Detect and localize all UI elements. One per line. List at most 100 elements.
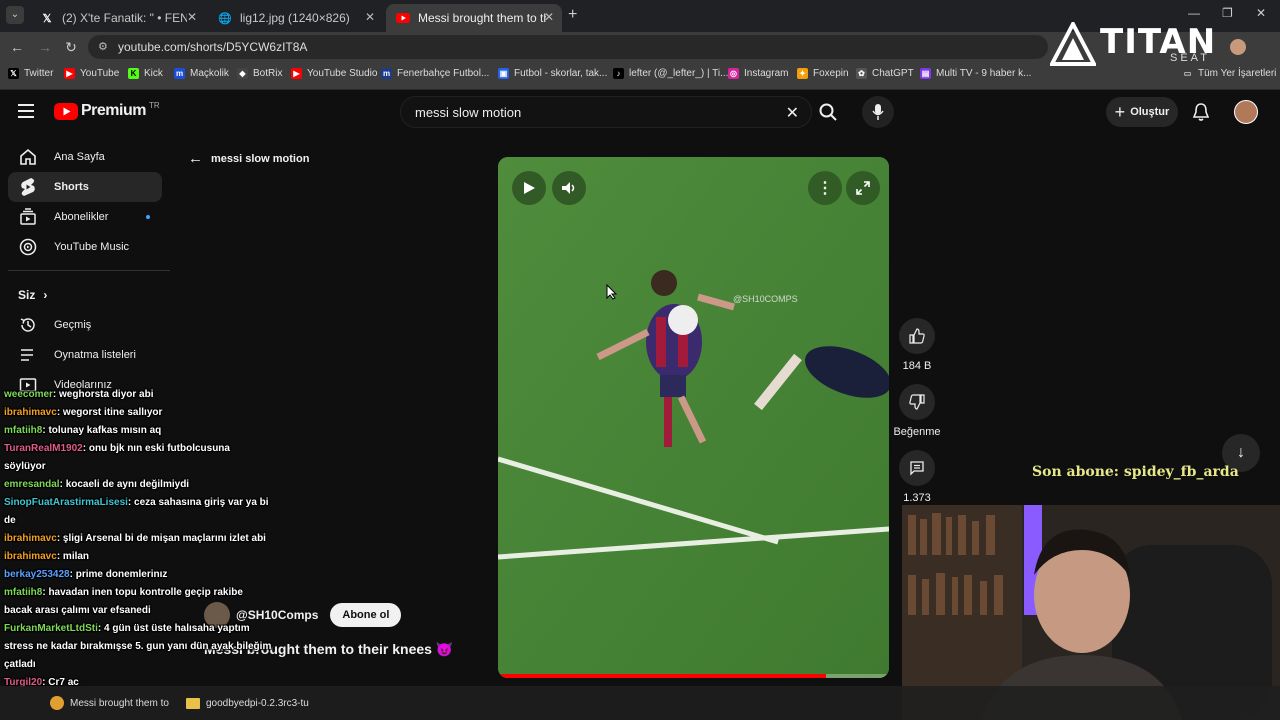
account-avatar[interactable] (1234, 100, 1258, 124)
volume-button[interactable] (552, 171, 586, 205)
notifications-button[interactable] (1192, 102, 1210, 127)
create-button[interactable]: + Oluştur (1106, 97, 1178, 127)
titan-emblem-icon (1050, 22, 1096, 66)
bookmark-multitv[interactable]: ▤ Multi TV - 9 haber k... (920, 68, 1031, 79)
close-icon[interactable]: ✕ (187, 10, 197, 24)
bookmark-fenerbahce[interactable]: m Fenerbahçe Futbol... (381, 68, 489, 79)
dislike-button[interactable]: Beğenme (890, 384, 944, 438)
new-tab-button[interactable]: + (568, 6, 577, 24)
close-icon[interactable]: ✕ (544, 10, 554, 24)
chat-message: FurkanMarketLtdSti: 4 gün üst üste halıs… (0, 620, 272, 674)
bookmark-tiktok[interactable]: ♪ lefter (@_lefter_) | Ti... (613, 68, 728, 79)
comments-button[interactable]: 1.373 (895, 450, 939, 504)
chat-username: TuranRealM1902 (4, 443, 83, 454)
shorts-video-player[interactable]: @SH10COMPS ⋮ (498, 157, 889, 678)
bookmark-youtube-studio[interactable]: ▶ YouTube Studio (291, 68, 377, 79)
chevron-right-icon: › (43, 288, 48, 302)
taskbar-item-folder[interactable]: goodbyedpi-0.2.3rc3-tu (186, 692, 309, 714)
bookmark-futbol[interactable]: ▣ Futbol - skorlar, tak... (498, 68, 607, 79)
chat-text: : kocaeli de aynı değilmiydi (59, 479, 190, 490)
sidebar-item-shorts[interactable]: Shorts (8, 172, 162, 202)
close-window-button[interactable]: ✕ (1256, 6, 1266, 20)
hamburger-menu-icon[interactable] (18, 104, 34, 118)
more-options-button[interactable]: ⋮ (808, 171, 842, 205)
youtube-icon (396, 11, 410, 25)
arrow-down-icon: ↓ (1237, 444, 1245, 461)
flashscore-icon: ▣ (498, 68, 509, 79)
bookmark-botrix[interactable]: ◆ BotRix (237, 68, 282, 79)
sidebar-divider (8, 270, 170, 271)
search-input[interactable]: messi slow motion ✕ (400, 96, 812, 128)
stream-chat-overlay: weecomer: weghorsta diyor abi ibrahimavc:… (0, 386, 272, 720)
close-icon[interactable]: ✕ (365, 10, 375, 24)
play-button[interactable] (512, 171, 546, 205)
sidebar-item-history[interactable]: Geçmiş (8, 310, 162, 340)
sidebar-you-header[interactable]: Siz › (18, 288, 47, 302)
taskbar-item-browser[interactable]: Messi brought them to (50, 692, 169, 714)
chat-message: berkay253428: prime donemlerinız (0, 566, 272, 584)
reload-icon[interactable]: ↻ (62, 38, 80, 56)
video-progress-track[interactable] (498, 674, 889, 678)
chat-text: : wegorst itine sallıyor (56, 407, 163, 418)
subscribe-button[interactable]: Abone ol (330, 603, 402, 627)
chat-username: weecomer (4, 389, 53, 400)
address-bar[interactable]: ⚙ youtube.com/shorts/D5YCW6zIT8A (88, 35, 1048, 59)
clear-search-icon[interactable]: ✕ (786, 103, 799, 123)
chat-message: emresandal: kocaeli de aynı değilmiydi (0, 476, 272, 494)
tab-search-button[interactable]: ⌄ (6, 6, 24, 24)
bookmark-instagram[interactable]: ◎ Instagram (728, 68, 788, 79)
kick-icon: K (128, 68, 139, 79)
shorts-icon (18, 177, 38, 197)
bookmark-youtube[interactable]: ▶ YouTube (64, 68, 119, 79)
bookmark-foxepin[interactable]: ✦ Foxepin (797, 68, 849, 79)
voice-search-button[interactable] (862, 96, 894, 128)
x-logo-icon: 𝕏 (8, 68, 19, 79)
expand-icon (856, 181, 870, 195)
minimize-button[interactable]: — (1188, 6, 1200, 20)
fenerbahce-icon: m (381, 68, 392, 79)
tab-lig12[interactable]: 🌐 lig12.jpg (1240×826) ✕ (208, 4, 383, 32)
bookmark-mackolik[interactable]: m Maçkolik (174, 68, 229, 79)
subscriptions-icon (18, 207, 38, 227)
browser-icon (50, 696, 64, 710)
bookmark-chatgpt[interactable]: ✿ ChatGPT (856, 68, 914, 79)
microphone-icon (872, 104, 884, 120)
chat-message: ibrahimavc: wegorst itine sallıyor (0, 404, 272, 422)
chat-message: mfatiih8: tolunay kafkas mısın aq (0, 422, 272, 440)
volume-icon (562, 182, 575, 194)
chat-message: ibrahimavc: milan (0, 548, 272, 566)
bookmark-kick[interactable]: K Kick (128, 68, 163, 79)
history-icon (18, 315, 38, 335)
back-arrow-icon[interactable]: ← (8, 38, 26, 56)
maximize-button[interactable]: ❐ (1222, 6, 1233, 20)
profile-avatar[interactable] (1230, 39, 1246, 55)
video-watermark: @SH10COMPS (733, 294, 798, 304)
search-button[interactable] (806, 96, 850, 128)
forward-arrow-icon[interactable]: → (36, 38, 54, 56)
bookmark-folder-all[interactable]: ▭ Tüm Yer İşaretleri (1182, 68, 1277, 79)
sidebar-item-subscriptions[interactable]: Abonelikler (8, 202, 162, 232)
bookmark-twitter[interactable]: 𝕏 Twitter (8, 68, 53, 79)
sidebar-item-youtube-music[interactable]: YouTube Music (8, 232, 162, 262)
chat-message: ibrahimavc: şligi Arsenal bi de mişan ma… (0, 530, 272, 548)
chat-message: SinopFuatArastirmaLisesi: ceza sahasına … (0, 494, 272, 530)
music-icon (18, 237, 38, 257)
chat-message: mfatiih8: havadan inen topu kontrolle ge… (0, 584, 272, 620)
back-to-search-link[interactable]: ← messi slow motion (188, 150, 309, 167)
sidebar-item-playlists[interactable]: Oynatma listeleri (8, 340, 162, 370)
new-content-dot (146, 215, 150, 219)
youtube-premium-logo[interactable]: Premium TR (54, 101, 160, 120)
sidebar-item-home[interactable]: Ana Sayfa (8, 142, 162, 172)
bell-icon (1192, 103, 1210, 121)
tab-x-fanatik[interactable]: 𝕏 (2) X'te Fanatik: " • FENERBAH ✕ (30, 4, 205, 32)
tab-youtube-short[interactable]: Messi brought them to their kn ✕ (386, 4, 562, 32)
search-icon (819, 103, 837, 121)
site-info-icon[interactable]: ⚙ (98, 40, 108, 53)
fullscreen-button[interactable] (846, 171, 880, 205)
chat-username: mfatiih8 (4, 425, 43, 436)
youtube-icon: ▶ (64, 68, 75, 79)
botrix-icon: ◆ (237, 68, 248, 79)
chat-text: : weghorsta diyor abi (52, 389, 154, 400)
like-button[interactable]: 184 B (895, 318, 939, 372)
taskbar: Messi brought them to goodbyedpi-0.2.3rc… (0, 686, 1280, 720)
